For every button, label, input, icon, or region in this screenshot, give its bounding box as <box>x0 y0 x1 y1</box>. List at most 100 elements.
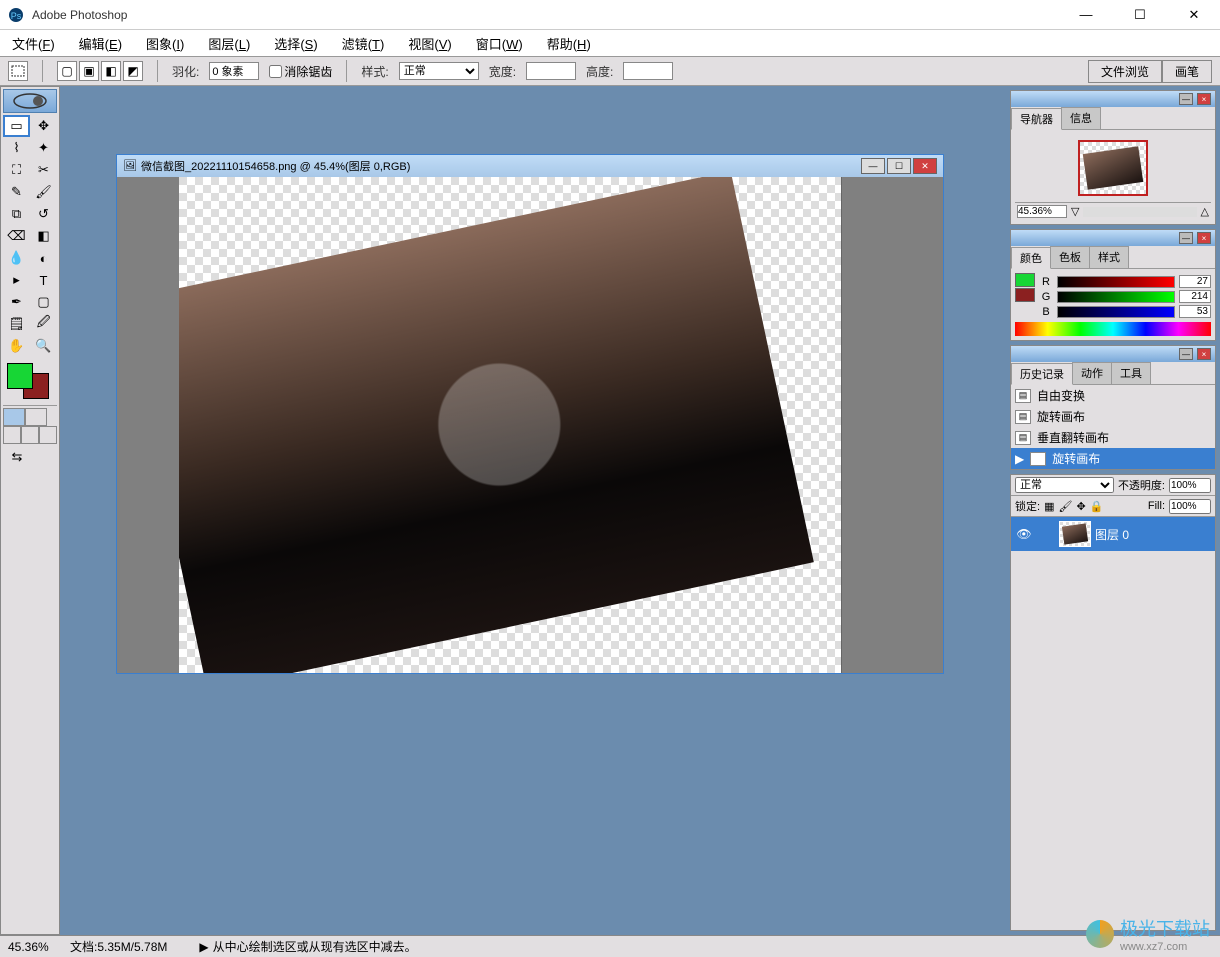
pen-tool-icon[interactable]: ✒ <box>3 291 30 313</box>
selection-new-icon[interactable]: ▢ <box>57 61 77 81</box>
menu-layer[interactable]: 图层(L) <box>204 32 254 55</box>
canvas-image[interactable] <box>179 177 814 673</box>
menu-file[interactable]: 文件(F) <box>8 32 59 55</box>
zoom-tool-icon[interactable]: 🔍 <box>30 335 57 357</box>
b-slider[interactable] <box>1057 306 1175 318</box>
jump-to-imageready-icon[interactable]: ⇆ <box>3 446 31 468</box>
history-brush-tool-icon[interactable]: ↺ <box>30 203 57 225</box>
menu-image[interactable]: 图象(I) <box>142 32 188 55</box>
navigator-zoom-slider[interactable] <box>1083 207 1196 217</box>
feather-input[interactable] <box>209 62 259 80</box>
gradient-tool-icon[interactable]: ◧ <box>30 225 57 247</box>
tab-actions[interactable]: 动作 <box>1072 362 1112 384</box>
notes-tool-icon[interactable]: 🗒 <box>3 313 30 335</box>
panel-close-button[interactable]: × <box>1197 93 1211 105</box>
document-close-button[interactable]: ✕ <box>913 158 937 174</box>
screen-standard-icon[interactable] <box>3 426 21 444</box>
tab-tool-presets[interactable]: 工具 <box>1111 362 1151 384</box>
lasso-tool-icon[interactable]: ⌇ <box>3 137 30 159</box>
status-doc-size[interactable]: 文档:5.35M/5.78M <box>70 938 167 955</box>
tab-swatches[interactable]: 色板 <box>1050 246 1090 268</box>
clone-stamp-tool-icon[interactable]: ⧉ <box>3 203 30 225</box>
document-minimize-button[interactable]: — <box>861 158 885 174</box>
selection-intersect-icon[interactable]: ◩ <box>123 61 143 81</box>
tab-history[interactable]: 历史记录 <box>1011 363 1073 385</box>
document-titlebar[interactable]: 🖼 微信截图_20221110154658.png @ 45.4%(图层 0,R… <box>117 155 943 177</box>
slice-tool-icon[interactable]: ✂ <box>30 159 57 181</box>
healing-brush-tool-icon[interactable]: ✎ <box>3 181 30 203</box>
move-tool-icon[interactable]: ✥ <box>30 115 57 137</box>
status-zoom[interactable]: 45.36% <box>8 940 58 954</box>
g-slider[interactable] <box>1057 291 1175 303</box>
quickmask-mode-icon[interactable] <box>25 408 47 426</box>
zoom-in-icon[interactable]: △ <box>1201 205 1209 218</box>
lock-all-icon[interactable]: 🔒 <box>1090 500 1104 513</box>
menu-select[interactable]: 选择(S) <box>270 32 321 55</box>
layer-link-icon[interactable] <box>1037 527 1055 541</box>
history-item[interactable]: ▶▤旋转画布 <box>1011 448 1215 469</box>
canvas-area[interactable] <box>117 177 943 673</box>
style-select[interactable]: 正常 <box>399 62 479 80</box>
panel-minimize-button[interactable]: — <box>1179 93 1193 105</box>
layer-row[interactable]: 👁 图层 0 <box>1011 517 1215 551</box>
r-slider[interactable] <box>1057 276 1175 288</box>
screen-full-menubar-icon[interactable] <box>21 426 39 444</box>
lock-position-icon[interactable]: ✥ <box>1076 500 1085 513</box>
close-button[interactable]: ✕ <box>1176 4 1212 26</box>
panel-close-button[interactable]: × <box>1197 348 1211 360</box>
shape-tool-icon[interactable]: ▢ <box>30 291 57 313</box>
panel-minimize-button[interactable]: — <box>1179 232 1193 244</box>
crop-tool-icon[interactable]: ⛶ <box>3 159 30 181</box>
blend-mode-select[interactable]: 正常 <box>1015 477 1114 493</box>
maximize-button[interactable]: ☐ <box>1122 4 1158 26</box>
canvas[interactable] <box>179 177 841 673</box>
b-input[interactable] <box>1179 305 1211 318</box>
eraser-tool-icon[interactable]: ⌫ <box>3 225 30 247</box>
layer-visibility-icon[interactable]: 👁 <box>1015 527 1033 541</box>
opacity-input[interactable] <box>1169 478 1211 493</box>
blur-tool-icon[interactable]: 💧 <box>3 247 30 269</box>
color-fgbg-swatch[interactable] <box>1015 273 1035 320</box>
zoom-out-icon[interactable]: ▽ <box>1071 205 1079 218</box>
height-input[interactable] <box>623 62 673 80</box>
path-selection-tool-icon[interactable]: ▸ <box>3 269 30 291</box>
menu-window[interactable]: 窗口(W) <box>472 32 527 55</box>
lock-transparency-icon[interactable]: ▦ <box>1044 500 1054 513</box>
r-input[interactable] <box>1179 275 1211 288</box>
hand-tool-icon[interactable]: ✋ <box>3 335 30 357</box>
tab-navigator[interactable]: 导航器 <box>1011 108 1062 130</box>
type-tool-icon[interactable]: T <box>30 269 57 291</box>
fill-input[interactable] <box>1169 499 1211 514</box>
color-spectrum[interactable] <box>1015 322 1211 336</box>
minimize-button[interactable]: — <box>1068 4 1104 26</box>
layer-thumbnail[interactable] <box>1059 521 1091 547</box>
dock-tab-file-browser[interactable]: 文件浏览 <box>1088 60 1162 83</box>
history-item[interactable]: ▤自由变换 <box>1011 385 1215 406</box>
panel-minimize-button[interactable]: — <box>1179 348 1193 360</box>
menu-filter[interactable]: 滤镜(T) <box>338 32 389 55</box>
menu-view[interactable]: 视图(V) <box>404 32 455 55</box>
tab-styles[interactable]: 样式 <box>1089 246 1129 268</box>
layer-name[interactable]: 图层 0 <box>1095 526 1129 543</box>
navigator-zoom-input[interactable] <box>1017 205 1067 218</box>
magic-wand-tool-icon[interactable]: ✦ <box>30 137 57 159</box>
document-maximize-button[interactable]: ☐ <box>887 158 911 174</box>
navigator-thumbnail[interactable] <box>1078 140 1148 196</box>
width-input[interactable] <box>526 62 576 80</box>
eyedropper-tool-icon[interactable]: 🖉 <box>30 313 57 335</box>
brush-tool-icon[interactable]: 🖌 <box>30 181 57 203</box>
history-item[interactable]: ▤旋转画布 <box>1011 406 1215 427</box>
g-input[interactable] <box>1179 290 1211 303</box>
panel-close-button[interactable]: × <box>1197 232 1211 244</box>
menu-help[interactable]: 帮助(H) <box>543 32 595 55</box>
selection-subtract-icon[interactable]: ◧ <box>101 61 121 81</box>
marquee-tool-icon[interactable]: ▭ <box>3 115 30 137</box>
lock-pixels-icon[interactable]: 🖌 <box>1058 500 1072 513</box>
menu-edit[interactable]: 编辑(E) <box>75 32 126 55</box>
antialias-check[interactable] <box>269 65 282 78</box>
tab-info[interactable]: 信息 <box>1061 107 1101 129</box>
screen-full-icon[interactable] <box>39 426 57 444</box>
marquee-tool-preset-icon[interactable] <box>8 61 28 81</box>
antialias-checkbox[interactable]: 消除锯齿 <box>269 63 332 80</box>
tab-color[interactable]: 颜色 <box>1011 247 1051 269</box>
